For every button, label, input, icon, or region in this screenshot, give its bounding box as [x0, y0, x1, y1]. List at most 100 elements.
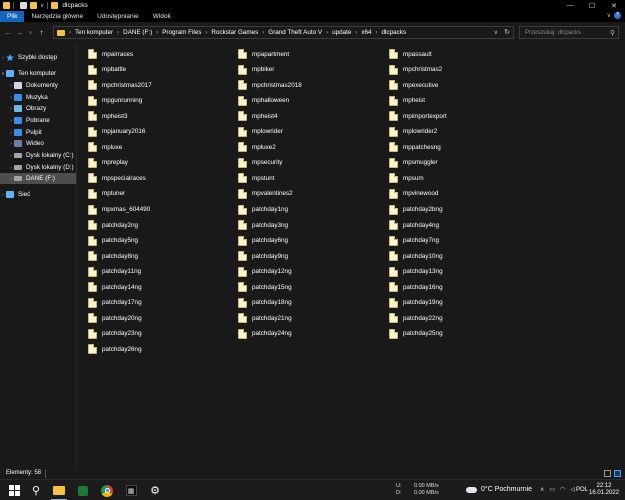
details-view-icon[interactable]	[604, 470, 611, 477]
folder-item[interactable]: patchday1ng	[238, 203, 288, 217]
minimize-button[interactable]: —	[559, 0, 581, 11]
folder-item[interactable]: patchday15ng	[238, 280, 292, 294]
folder-item[interactable]: patchday26ng	[88, 342, 142, 356]
properties-icon[interactable]	[20, 2, 27, 9]
folder-item[interactable]: mplowrider	[238, 125, 283, 139]
recent-locations-icon[interactable]: ∨	[25, 30, 36, 36]
folder-item[interactable]: mpassault	[389, 47, 432, 61]
folder-item[interactable]: mpimportexport	[389, 109, 447, 123]
settings-gear-icon[interactable]: ⚙	[143, 480, 167, 500]
new-folder-icon[interactable]	[30, 2, 37, 9]
breadcrumb-this-pc[interactable]: Ten komputer	[75, 29, 113, 36]
wifi-icon[interactable]: ◠	[560, 486, 565, 493]
folder-item[interactable]: mpxmas_604490	[88, 203, 150, 217]
folder-item[interactable]: mpapartment	[238, 47, 289, 61]
volume-icon[interactable]: ◁	[570, 486, 575, 493]
sidebar-item-drive-c[interactable]: › Dysk lokalny (C:)	[0, 150, 76, 161]
folder-item[interactable]: mpjanuary2016	[88, 125, 145, 139]
breadcrumb-x64[interactable]: x64	[361, 29, 371, 36]
breadcrumb-separator[interactable]: ›	[376, 30, 378, 36]
sidebar-item-network[interactable]: › Sieć	[0, 189, 76, 200]
sidebar-item-downloads[interactable]: › Pobrane	[0, 115, 76, 126]
folder-item[interactable]: mpchristmas2018	[238, 78, 302, 92]
folder-item[interactable]: mpheist3	[88, 109, 128, 123]
pane-divider[interactable]	[76, 44, 77, 469]
network-icon[interactable]: ▭	[549, 486, 555, 493]
show-hidden-icons-icon[interactable]: ∧	[540, 486, 544, 493]
folder-item[interactable]: mpspecialraces	[88, 171, 146, 185]
folder-item[interactable]: mpbattle	[88, 63, 126, 77]
address-dropdown-icon[interactable]: ∨	[494, 29, 498, 36]
folder-item[interactable]: mpstunt	[238, 171, 274, 185]
folder-item[interactable]: mpvinewood	[389, 187, 438, 201]
folder-item[interactable]: patchday11ng	[88, 265, 141, 279]
folder-item[interactable]: patchday14ng	[88, 280, 142, 294]
folder-item[interactable]: patchday12ng	[238, 265, 292, 279]
folder-item[interactable]: mphalloween	[238, 94, 289, 108]
folder-item[interactable]: patchday16ng	[389, 280, 443, 294]
folder-item[interactable]: patchday19ng	[389, 296, 443, 310]
folder-item[interactable]: patchday17ng	[88, 296, 142, 310]
app-taskbar-icon[interactable]: ▦	[119, 480, 143, 500]
folder-item[interactable]: patchday5ng	[88, 234, 138, 248]
folder-item[interactable]: mpgunrunning	[88, 94, 142, 108]
folder-item[interactable]: patchday2bng	[389, 203, 443, 217]
weather-widget[interactable]: 0°C Pochmurnie	[466, 486, 532, 493]
sidebar-item-drive-f[interactable]: › DANE (F:)	[0, 173, 76, 184]
close-button[interactable]: ✕	[603, 0, 625, 11]
language-indicator[interactable]: POL	[576, 487, 588, 493]
breadcrumb-drive-f[interactable]: DANE (F:)	[123, 29, 152, 36]
breadcrumb-program-files[interactable]: Program Files	[162, 29, 201, 36]
folder-item[interactable]: mpsmuggler	[389, 156, 438, 170]
folder-item[interactable]: mpluxe	[88, 140, 122, 154]
folder-item[interactable]: patchday3ng	[238, 218, 288, 232]
tab-share[interactable]: Udostępnianie	[90, 11, 146, 22]
search-input[interactable]: Przeszukaj: dlcpacks	[525, 30, 610, 36]
folder-item[interactable]: mptuner	[88, 187, 125, 201]
folder-item[interactable]: patchday13ng	[389, 265, 443, 279]
tab-file[interactable]: Plik	[0, 11, 25, 22]
maximize-button[interactable]: ☐	[581, 0, 603, 11]
search-box[interactable]: Przeszukaj: dlcpacks ⚲	[519, 26, 619, 39]
folder-item[interactable]: mpheist4	[238, 109, 278, 123]
sidebar-item-documents[interactable]: › Dokumenty	[0, 80, 76, 91]
folder-item[interactable]: patchday2ng	[88, 218, 138, 232]
sidebar-item-this-pc[interactable]: ∨ Ten komputer	[0, 68, 76, 79]
sidebar-item-music[interactable]: › Muzyka	[0, 92, 76, 103]
folder-item[interactable]: patchday20ng	[88, 311, 142, 325]
file-explorer-taskbar-icon[interactable]	[47, 480, 71, 500]
folder-item[interactable]: patchday9ng	[238, 249, 288, 263]
breadcrumb-dlcpacks[interactable]: dlcpacks	[382, 29, 407, 36]
breadcrumb-separator[interactable]: ›	[355, 30, 357, 36]
folder-item[interactable]: patchday24ng	[238, 327, 292, 341]
expand-ribbon-icon[interactable]: ∨	[607, 12, 611, 19]
folder-item[interactable]: mpbiker	[238, 63, 274, 77]
help-icon[interactable]: ?	[614, 12, 621, 19]
folder-item[interactable]: mpluxe2	[238, 140, 276, 154]
app-taskbar-icon[interactable]	[71, 480, 95, 500]
expand-chevron-icon[interactable]: ›	[0, 55, 6, 61]
breadcrumb-update[interactable]: update	[332, 29, 351, 36]
folder-item[interactable]: patchday4ng	[389, 218, 439, 232]
breadcrumb-rockstar-games[interactable]: Rockstar Games	[211, 29, 258, 36]
folder-item[interactable]: mpsecurity	[238, 156, 282, 170]
folder-item[interactable]: mpchristmas2	[389, 63, 442, 77]
search-icon[interactable]: ⚲	[24, 480, 48, 500]
folder-item[interactable]: patchday10ng	[389, 249, 443, 263]
tab-view[interactable]: Widok	[146, 11, 178, 22]
folder-item[interactable]: patchday22ng	[389, 311, 443, 325]
address-bar[interactable]: › Ten komputer › DANE (F:) › Program Fil…	[53, 26, 514, 39]
up-icon[interactable]: ↑	[36, 28, 47, 37]
folder-item[interactable]: mpexecutive	[389, 78, 438, 92]
breadcrumb-separator[interactable]: ›	[326, 30, 328, 36]
folder-item[interactable]: patchday18ng	[238, 296, 292, 310]
folder-item[interactable]: mpvalentines2	[238, 187, 293, 201]
tab-home[interactable]: Narzędzia główne	[24, 11, 90, 22]
sidebar-item-video[interactable]: › Wideo	[0, 138, 76, 149]
folder-item[interactable]: mpreplay	[88, 156, 128, 170]
refresh-icon[interactable]: ↻	[504, 28, 510, 36]
folder-item[interactable]: mpheist	[389, 94, 425, 108]
folder-item[interactable]: patchday21ng	[238, 311, 292, 325]
large-icons-view-icon[interactable]	[614, 470, 621, 477]
folder-item[interactable]: mplowrider2	[389, 125, 437, 139]
